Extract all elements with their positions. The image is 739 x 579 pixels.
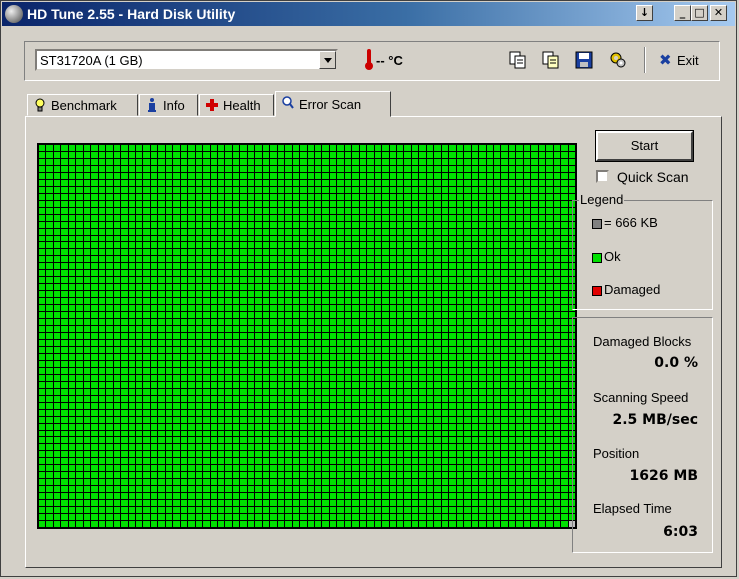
chevron-down-icon[interactable] xyxy=(319,51,336,69)
legend-title: Legend xyxy=(579,192,625,207)
minimize-button[interactable]: _ xyxy=(674,5,691,21)
position-value: 1626 MB xyxy=(629,468,698,484)
start-button[interactable]: Start xyxy=(595,130,694,162)
legend-swatch-damaged xyxy=(592,285,602,296)
tab-error-scan[interactable]: Error Scan xyxy=(275,91,391,117)
tab-health[interactable]: Health xyxy=(199,94,274,116)
elapsed-time-value: 6:03 xyxy=(663,524,698,540)
legend-item-ok: Ok xyxy=(592,249,621,264)
legend-ok: Ok xyxy=(604,249,621,264)
tab-label: Info xyxy=(163,98,185,113)
drive-select-value: ST31720A (1 GB) xyxy=(40,53,143,68)
tab-label: Benchmark xyxy=(51,98,117,113)
toolbar-separator xyxy=(644,47,646,73)
legend-block-size: = 666 KB xyxy=(604,215,658,230)
scanning-speed-label: Scanning Speed xyxy=(593,390,689,405)
tab-label: Health xyxy=(223,98,261,113)
toolbar: ST31720A (1 GB) -- °C ✖ Exit xyxy=(24,41,720,81)
copy-icon[interactable] xyxy=(509,51,527,69)
options-icon[interactable] xyxy=(609,51,627,69)
legend-group: Legend = 666 KB Ok Damaged xyxy=(572,192,713,310)
magnifier-icon xyxy=(282,96,294,109)
damaged-blocks-value: 0.0 % xyxy=(654,355,698,371)
elapsed-time-label: Elapsed Time xyxy=(593,501,672,516)
maximize-button[interactable]: □ xyxy=(691,5,708,21)
tab-info[interactable]: Info xyxy=(139,94,198,116)
tab-benchmark[interactable]: Benchmark xyxy=(27,94,138,116)
menu-icon[interactable]: ↓ xyxy=(636,5,653,21)
damaged-blocks-label: Damaged Blocks xyxy=(593,334,692,349)
legend-item-damaged: Damaged xyxy=(592,282,660,297)
thermometer-icon xyxy=(365,49,373,71)
drive-select[interactable]: ST31720A (1 GB) xyxy=(35,49,338,71)
position-label: Position xyxy=(593,446,640,461)
legend-swatch-ok xyxy=(592,252,602,263)
window-title: HD Tune 2.55 - Hard Disk Utility xyxy=(27,6,236,22)
error-scan-panel: Start Quick Scan Legend = 666 KB Ok Dama… xyxy=(25,116,722,568)
quick-scan-checkbox[interactable] xyxy=(596,170,609,183)
scanning-speed-value: 2.5 MB/sec xyxy=(612,412,698,428)
exit-label: Exit xyxy=(677,53,699,68)
copy-all-icon[interactable] xyxy=(542,51,560,69)
legend-swatch-block xyxy=(592,218,602,229)
lightbulb-icon xyxy=(35,98,45,112)
legend-damaged: Damaged xyxy=(604,282,661,297)
title-bar[interactable]: HD Tune 2.55 - Hard Disk Utility ↓ _ □ ✕ xyxy=(2,2,735,26)
tab-label: Error Scan xyxy=(299,97,362,112)
scan-stats: Damaged Blocks 0.0 % Scanning Speed 2.5 … xyxy=(572,317,713,553)
legend-item-block-size: = 666 KB xyxy=(592,215,658,230)
info-icon xyxy=(148,98,156,112)
app-icon xyxy=(5,5,23,23)
temperature-readout: -- °C xyxy=(376,53,403,68)
save-icon[interactable] xyxy=(575,51,593,69)
exit-icon: ✖ xyxy=(659,51,672,69)
app-window: HD Tune 2.55 - Hard Disk Utility ↓ _ □ ✕… xyxy=(0,0,737,577)
close-button[interactable]: ✕ xyxy=(710,5,727,21)
quick-scan-label: Quick Scan xyxy=(617,169,689,185)
health-cross-icon xyxy=(206,99,218,111)
scan-block-map xyxy=(37,143,577,529)
